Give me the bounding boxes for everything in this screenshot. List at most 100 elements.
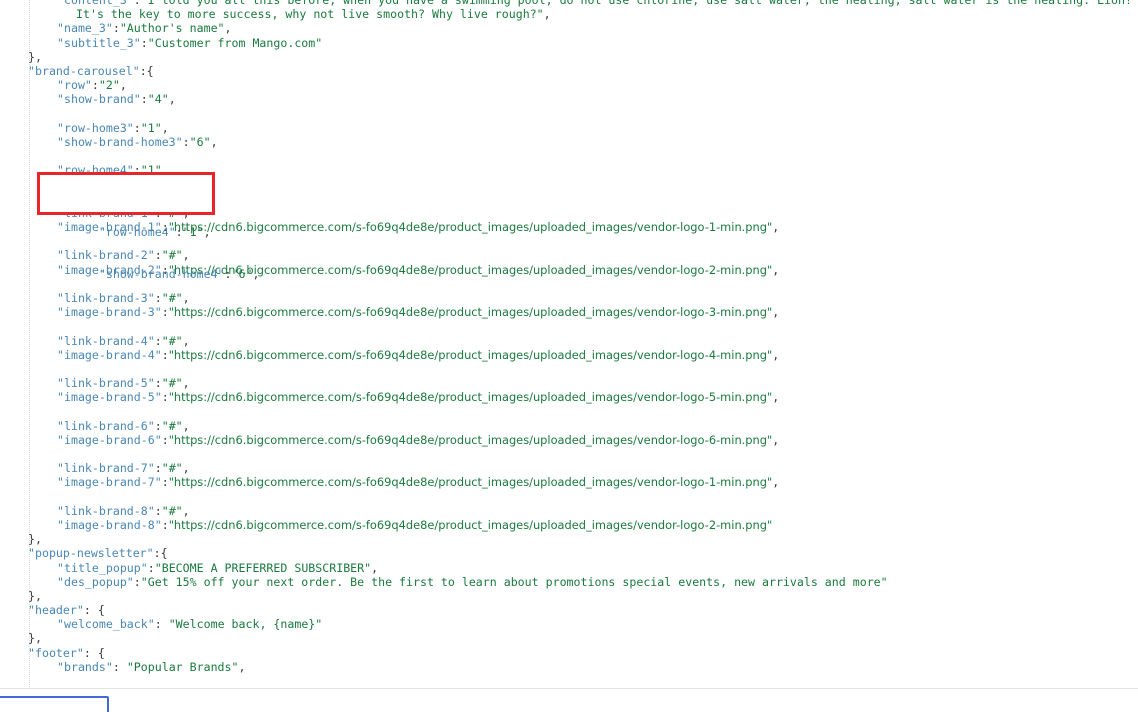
code-line[interactable]: "link-brand-6":"#",	[0, 419, 1138, 433]
code-line[interactable]: "title_popup":"BECOME A PREFERRED SUBSCR…	[0, 561, 1138, 575]
code-token: ,	[210, 134, 218, 149]
code-token: {	[160, 546, 168, 561]
annotation-line2-key: "show-brand-home4"	[98, 267, 225, 282]
code-line[interactable]: "image-brand-4":"https://cdn6.bigcommerc…	[0, 348, 1138, 362]
code-line[interactable]: "brand-carousel":{	[0, 64, 1138, 78]
code-line[interactable]	[0, 362, 1138, 376]
code-token: ,	[772, 432, 780, 447]
code-line[interactable]: "row":"2",	[0, 78, 1138, 92]
code-token: ,	[182, 333, 190, 348]
code-token: ,	[168, 92, 176, 107]
code-token: :	[112, 21, 120, 36]
code-token: "image-brand-8"	[57, 517, 162, 532]
code-token: "#"	[161, 376, 183, 391]
code-line[interactable]: "image-brand-6":"https://cdn6.bigcommerc…	[0, 433, 1138, 447]
code-lines-container[interactable]: "content_3":"I told you all this before,…	[0, 0, 1138, 674]
code-token: :	[161, 432, 169, 447]
code-line[interactable]: "image-brand-5":"https://cdn6.bigcommerc…	[0, 390, 1138, 404]
code-line[interactable]: "link-brand-7":"#",	[0, 461, 1138, 475]
code-line[interactable]: "header": {	[0, 603, 1138, 617]
code-token: :	[182, 134, 190, 149]
code-token: "footer"	[28, 645, 84, 660]
code-token: "Popular Brands"	[126, 659, 239, 674]
code-line[interactable]	[0, 404, 1138, 418]
code-line[interactable]: "content_3":"I told you all this before,…	[0, 0, 1138, 7]
code-token: "link-brand-4"	[57, 333, 155, 348]
code-token: "6"	[189, 134, 211, 149]
code-line[interactable]: "subtitle_3":"Customer from Mango.com"	[0, 36, 1138, 50]
code-line[interactable]	[0, 319, 1138, 333]
code-line[interactable]: "image-brand-8":"https://cdn6.bigcommerc…	[0, 518, 1138, 532]
code-token: "https://cdn6.bigcommerce.com/s-fo69q4de…	[168, 390, 773, 405]
code-line[interactable]	[0, 149, 1138, 163]
code-token: "des_popup"	[57, 574, 134, 589]
code-token: :	[154, 503, 162, 518]
focused-input-outline[interactable]	[0, 696, 109, 712]
code-line[interactable]: },	[0, 532, 1138, 546]
code-token: :	[161, 305, 169, 320]
code-line[interactable]: "name_3":"Author's name",	[0, 21, 1138, 35]
annotation-line1-comma: ,	[203, 224, 211, 239]
code-token: "welcome_back"	[57, 617, 155, 632]
code-editor-surface[interactable]: "content_3":"I told you all this before,…	[0, 0, 1138, 689]
code-token: "popup-newsletter"	[28, 546, 154, 561]
code-line[interactable]	[0, 107, 1138, 121]
code-token: "1"	[140, 120, 162, 135]
code-token: {	[97, 645, 105, 660]
code-token: "title_popup"	[57, 560, 148, 575]
code-line[interactable]: "row-home3":"1",	[0, 121, 1138, 135]
code-line[interactable]: "footer": {	[0, 646, 1138, 660]
code-token: "Welcome back, {name}"	[168, 617, 323, 632]
code-token: "#"	[161, 503, 183, 518]
code-token: "BECOME A PREFERRED SUBSCRIBER"	[154, 560, 372, 575]
code-line[interactable]: "welcome_back": "Welcome back, {name}"	[0, 617, 1138, 631]
code-line[interactable]: },	[0, 631, 1138, 645]
code-line[interactable]: "popup-newsletter":{	[0, 546, 1138, 560]
code-token: ,	[772, 475, 780, 490]
code-token: :	[112, 659, 127, 674]
code-line[interactable]: },	[0, 589, 1138, 603]
code-token: :	[140, 35, 148, 50]
code-token: :	[139, 63, 147, 78]
code-token: ,	[772, 305, 780, 320]
code-token: "Get 15% off your next order. Be the fir…	[140, 574, 888, 589]
code-token: ,	[182, 461, 190, 476]
code-line[interactable]: "des_popup":"Get 15% off your next order…	[0, 575, 1138, 589]
code-token: :	[153, 546, 161, 561]
code-line[interactable]: "show-brand-home3":"6",	[0, 135, 1138, 149]
code-token: "#"	[161, 418, 183, 433]
code-token: "link-brand-7"	[57, 461, 155, 476]
code-token: "brand-carousel"	[28, 63, 140, 78]
code-line[interactable]: },	[0, 50, 1138, 64]
annotation-highlighted-lines: "row-home4":"1", "show-brand-home4":"6",	[37, 182, 260, 296]
code-token: "header"	[28, 603, 84, 618]
code-line[interactable]: "link-brand-5":"#",	[0, 376, 1138, 390]
code-token: ,	[371, 560, 379, 575]
code-token: :	[147, 560, 155, 575]
code-token: "https://cdn6.bigcommerce.com/s-fo69q4de…	[168, 517, 773, 532]
code-line[interactable]	[0, 490, 1138, 504]
code-token: {	[146, 63, 154, 78]
code-token: "https://cdn6.bigcommerce.com/s-fo69q4de…	[168, 432, 773, 447]
code-token: ,	[543, 7, 551, 22]
code-line[interactable]	[0, 447, 1138, 461]
code-line[interactable]: "link-brand-8":"#",	[0, 504, 1138, 518]
code-token: ,	[182, 376, 190, 391]
code-token: "row-home3"	[57, 120, 134, 135]
code-line[interactable]: "brands": "Popular Brands",	[0, 660, 1138, 674]
code-line[interactable]: "show-brand":"4",	[0, 92, 1138, 106]
code-token: :	[161, 517, 169, 532]
code-token: "row"	[57, 78, 92, 93]
code-token: },	[28, 532, 42, 547]
code-line[interactable]: "link-brand-4":"#",	[0, 334, 1138, 348]
code-token: "Customer from Mango.com"	[147, 35, 323, 50]
code-token: "I told you all this before, when you ha…	[140, 0, 1138, 7]
code-token: "Author's name"	[119, 21, 225, 36]
code-line[interactable]: "image-brand-3":"https://cdn6.bigcommerc…	[0, 305, 1138, 319]
code-token: :	[154, 617, 169, 632]
code-token: ,	[772, 390, 780, 405]
code-token: "https://cdn6.bigcommerce.com/s-fo69q4de…	[168, 347, 773, 362]
code-token: "show-brand-home3"	[57, 134, 183, 149]
code-line[interactable]: It's the key to more success, why not li…	[0, 7, 1138, 21]
code-line[interactable]: "image-brand-7":"https://cdn6.bigcommerc…	[0, 475, 1138, 489]
